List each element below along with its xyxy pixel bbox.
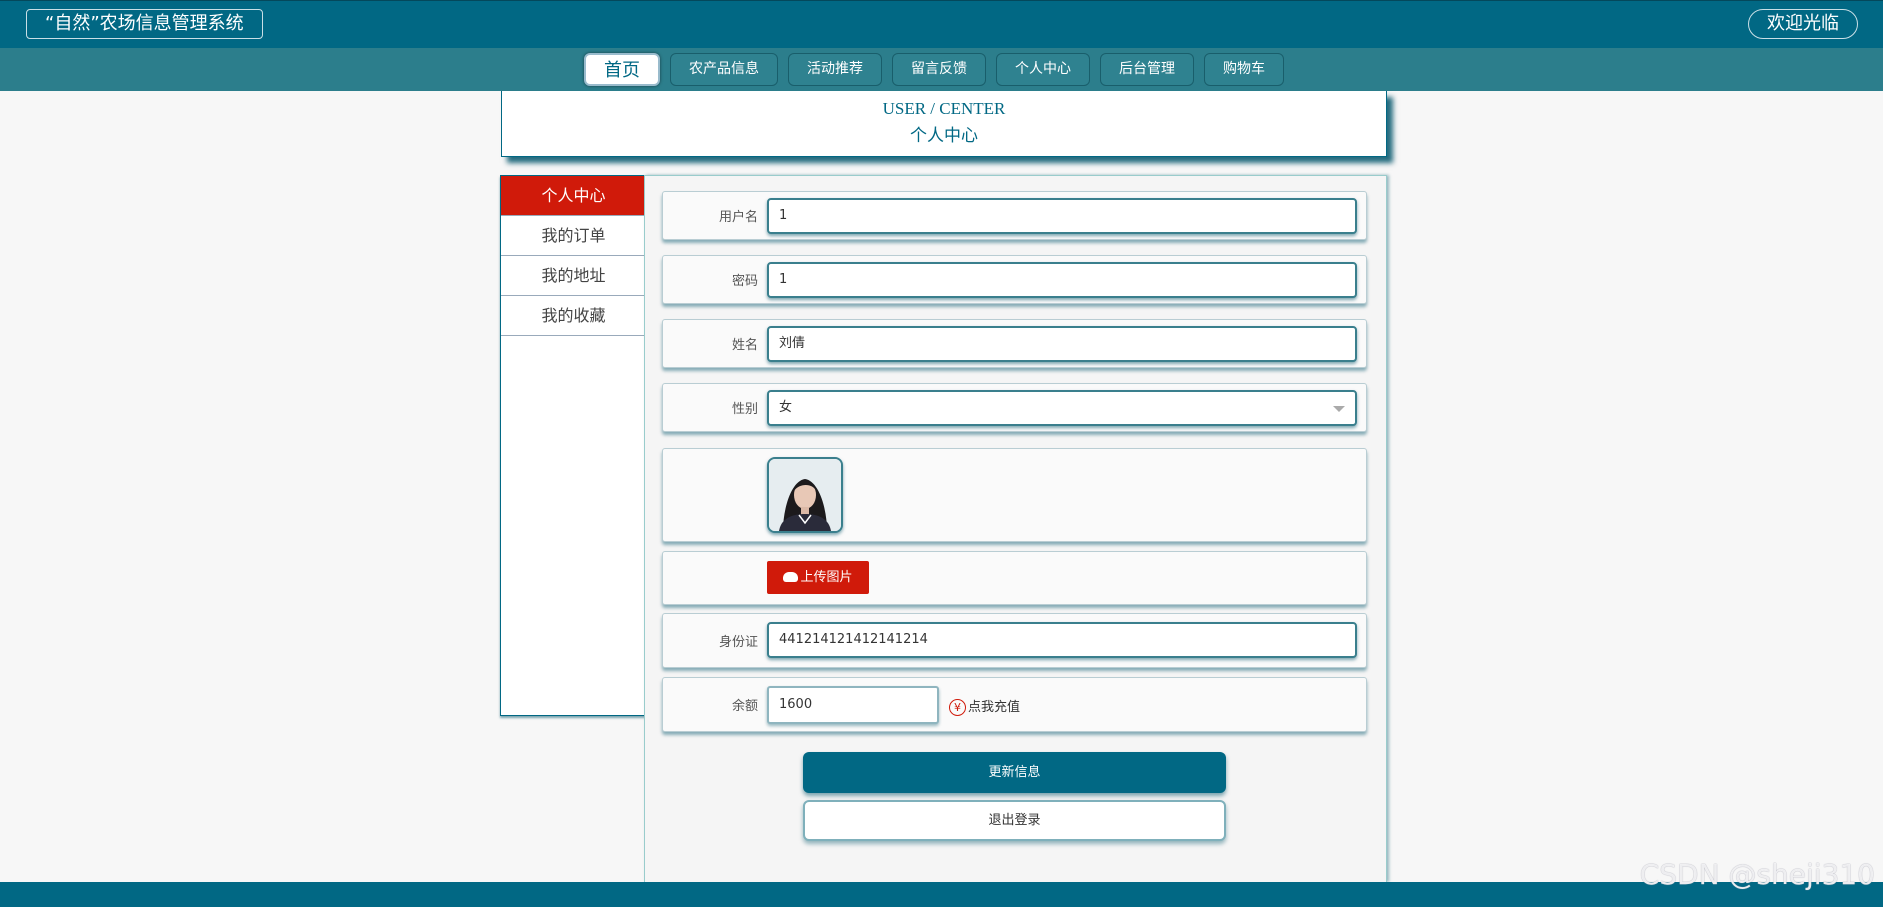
password-input[interactable]: 1 (767, 262, 1357, 298)
avatar (767, 457, 843, 533)
chevron-down-icon (1333, 406, 1345, 412)
avatar-image (769, 459, 841, 531)
form-row-balance: 余额 1600 ¥ 点我充值 (662, 677, 1367, 732)
upload-label: 上传图片 (800, 570, 853, 585)
gender-select[interactable]: 女 (767, 390, 1357, 426)
nav-item-home[interactable]: 首页 (584, 53, 660, 86)
footer-bar (0, 882, 1883, 907)
username-input[interactable]: 1 (767, 198, 1357, 234)
main-nav: 首页 农产品信息 活动推荐 留言反馈 个人中心 后台管理 购物车 (0, 48, 1883, 91)
page-title-box: USER / CENTER 个人中心 (501, 91, 1387, 157)
sidebar: 个人中心 我的订单 我的地址 我的收藏 (500, 175, 646, 716)
upload-image-button[interactable]: 上传图片 (767, 561, 869, 594)
form-row-password: 密码 1 (662, 255, 1367, 304)
welcome-badge[interactable]: 欢迎光临 (1748, 9, 1858, 39)
id-input[interactable]: 441214121412141214 (767, 622, 1357, 658)
form-row-avatar (662, 448, 1367, 542)
top-header: “自然”农场信息管理系统 欢迎光临 (0, 0, 1883, 48)
username-label: 用户名 (718, 210, 758, 225)
page-title-en: USER / CENTER (882, 99, 1006, 118)
nav-item-cart[interactable]: 购物车 (1204, 53, 1284, 86)
balance-input[interactable]: 1600 (767, 686, 939, 724)
sidebar-item-user-center[interactable]: 个人中心 (501, 176, 646, 216)
form-row-id: 身份证 441214121412141214 (662, 613, 1367, 668)
form-row-username: 用户名 1 (662, 191, 1367, 240)
id-label: 身份证 (718, 635, 758, 650)
balance-label: 余额 (731, 699, 758, 714)
form-row-upload: 上传图片 (662, 551, 1367, 605)
page-title: 个人中心 (910, 126, 978, 145)
nav-item-activities[interactable]: 活动推荐 (788, 53, 882, 86)
sidebar-item-address[interactable]: 我的地址 (501, 256, 646, 296)
sidebar-item-orders[interactable]: 我的订单 (501, 216, 646, 256)
form-row-gender: 性别 女 (662, 383, 1367, 432)
watermark: CSDN @sheji310 (1639, 858, 1875, 891)
logout-button[interactable]: 退出登录 (803, 800, 1226, 841)
site-title[interactable]: “自然”农场信息管理系统 (26, 9, 263, 39)
yen-icon: ¥ (949, 699, 966, 716)
nav-item-user-center[interactable]: 个人中心 (996, 53, 1090, 86)
cloud-upload-icon (783, 572, 799, 582)
password-label: 密码 (731, 274, 758, 289)
update-info-button[interactable]: 更新信息 (803, 752, 1226, 793)
sidebar-item-favorites[interactable]: 我的收藏 (501, 296, 646, 336)
nav-item-feedback[interactable]: 留言反馈 (892, 53, 986, 86)
nav-item-admin[interactable]: 后台管理 (1100, 53, 1194, 86)
nav-item-products[interactable]: 农产品信息 (670, 53, 778, 86)
recharge-link[interactable]: ¥ 点我充值 (949, 696, 1020, 716)
profile-form: 用户名 1 密码 1 姓名 刘倩 性别 女 上传图片 身份证 441214121… (644, 175, 1387, 882)
gender-value: 女 (779, 400, 793, 415)
gender-label: 性别 (731, 402, 758, 417)
form-row-name: 姓名 刘倩 (662, 319, 1367, 368)
name-label: 姓名 (731, 338, 758, 353)
name-input[interactable]: 刘倩 (767, 326, 1357, 362)
recharge-label: 点我充值 (968, 700, 1021, 715)
nav-list: 首页 农产品信息 活动推荐 留言反馈 个人中心 后台管理 购物车 (584, 53, 1284, 86)
